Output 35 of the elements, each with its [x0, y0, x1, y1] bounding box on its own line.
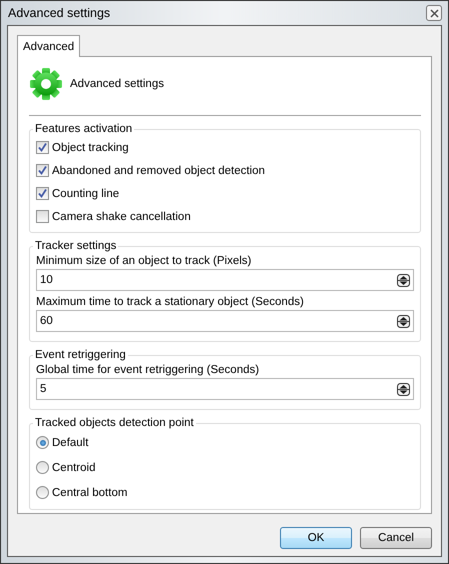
- field-label: Minimum size of an object to track (Pixels): [36, 255, 252, 267]
- close-button[interactable]: [426, 5, 442, 21]
- spin-arrows-icon[interactable]: [397, 274, 410, 286]
- group-title: Event retriggering: [34, 349, 127, 362]
- dialog-button[interactable]: OK: [280, 527, 352, 549]
- radio-label[interactable]: Central bottom: [52, 486, 128, 498]
- group-title: Tracker settings: [34, 240, 118, 253]
- field-label: Maximum time to track a stationary object (Seconds): [36, 296, 305, 308]
- checkbox[interactable]: [36, 210, 49, 223]
- checkbox-label[interactable]: Camera shake cancellation: [52, 210, 191, 222]
- window-title: Advanced settings: [7, 6, 110, 20]
- tab[interactable]: Advanced: [17, 35, 80, 57]
- spin-arrows-icon[interactable]: [397, 382, 410, 396]
- radio-label[interactable]: Default: [52, 436, 88, 448]
- checkbox[interactable]: [36, 164, 49, 177]
- field-label: Global time for event retriggering (Seconds): [36, 364, 260, 376]
- spin-arrows-icon[interactable]: [397, 314, 410, 328]
- close-icon[interactable]: [430, 8, 438, 18]
- group-title: Tracked objects detection point: [34, 417, 195, 430]
- number-field[interactable]: 5: [36, 378, 414, 400]
- number-field[interactable]: 60: [36, 310, 414, 332]
- radio-button[interactable]: [36, 436, 49, 449]
- group-title: Features activation: [34, 123, 134, 136]
- checkbox[interactable]: [36, 187, 49, 200]
- checkbox[interactable]: [36, 141, 49, 154]
- radio-label[interactable]: Centroid: [52, 462, 96, 474]
- dialog-button[interactable]: Cancel: [360, 527, 432, 549]
- gear-icon: [29, 67, 63, 101]
- header-title: Advanced settings: [70, 78, 164, 90]
- number-field[interactable]: 10: [36, 269, 414, 291]
- radio-button[interactable]: [36, 461, 49, 474]
- radio-button[interactable]: [36, 486, 49, 499]
- checkbox-label[interactable]: Abandoned and removed object detection: [52, 164, 265, 176]
- checkbox-label[interactable]: Object tracking: [52, 142, 129, 154]
- checkbox-label[interactable]: Counting line: [52, 188, 120, 200]
